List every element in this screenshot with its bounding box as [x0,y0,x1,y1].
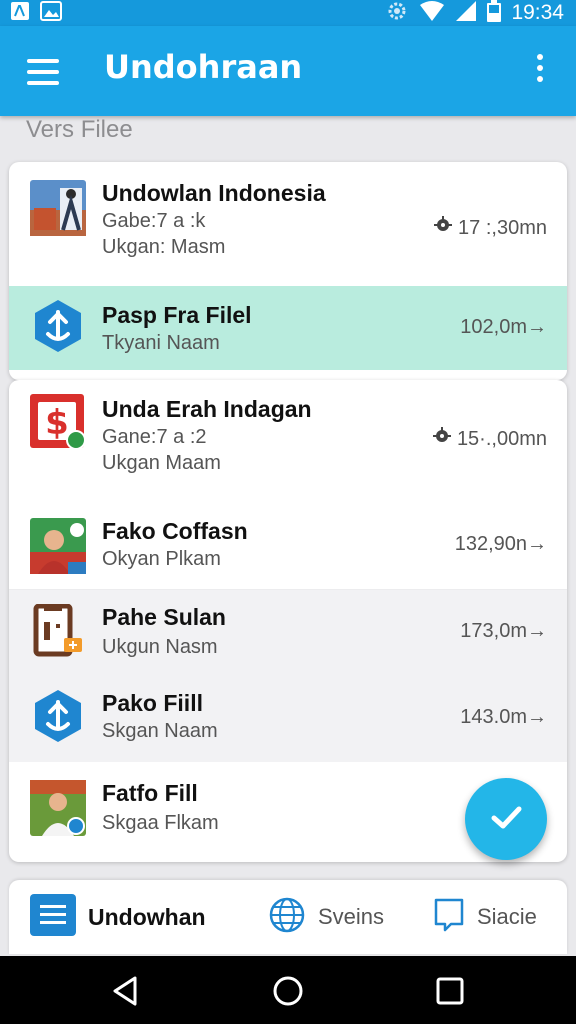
nav-tab-label: Undowhan [88,903,206,930]
notification-icon [10,1,30,25]
file-subtitle-2: Ukgan Maam [102,452,221,474]
battery-icon [487,0,502,26]
file-row[interactable]: Pako Fiill Skgan Naam 143.0m→ [9,676,567,762]
section-header: Vers Filee [26,116,133,143]
person-thumbnail-icon [30,518,86,574]
file-title: Undowlan Indonesia [102,180,326,206]
file-size: 15·.,00mn [456,427,547,450]
svg-text:$: $ [45,403,69,443]
file-title: Fatfo Fill [102,780,198,806]
file-row[interactable]: Pasp Fra Filel Tkyani Naam 102,0m→ [9,286,567,370]
chat-bubble-icon [433,897,465,937]
document-icon [30,603,86,660]
overflow-menu-icon[interactable] [530,54,550,90]
file-title: Fako Coffasn [102,518,248,544]
file-title: Pako Fiill [102,690,203,716]
status-bar: 19:34 [0,0,576,26]
image-notification-icon [40,1,62,25]
clock-icon [434,216,453,240]
globe-icon [268,896,306,938]
nav-tab-sveins[interactable]: Sveins [268,880,384,954]
file-title: Pahe Sulan [102,604,226,630]
file-subtitle: Skgan Naam [102,720,218,742]
file-size: 143.0m→ [460,706,547,728]
file-subtitle: Ukgun Nasm [102,636,218,658]
file-row[interactable]: $ Unda Erah Indagan Gane:7 a :2 Ukgan Ma… [9,380,567,504]
nav-tab-undowhan[interactable]: Undowhan [30,880,206,954]
nav-tab-label: Siacie [477,904,537,929]
file-row[interactable]: Fako Coffasn Okyan Plkam 132,90n→ [9,504,567,590]
back-icon[interactable] [108,974,142,1008]
bottom-navigation: Undowhan Sveins Siacie [9,880,567,954]
page-title: Undohraan [104,48,303,86]
settings-status-icon [385,0,409,27]
file-meta: 15·.,00mn [432,427,547,451]
photo-thumbnail-icon [30,180,86,236]
hamburger-menu-icon[interactable] [27,59,59,85]
file-list-card: Undowlan Indonesia Gabe:7 a :k Ukgan: Ma… [9,162,567,380]
file-row[interactable]: Undowlan Indonesia Gabe:7 a :k Ukgan: Ma… [9,162,567,286]
signal-icon [455,0,477,26]
file-size: 102,0m→ [460,316,547,338]
nav-tab-label: Sveins [318,904,385,929]
file-size: 173,0m→ [460,620,547,642]
hexagon-app-icon [30,688,86,744]
clock-icon [432,427,451,451]
confirm-fab-button[interactable] [465,778,547,860]
file-subtitle: Gabe:7 a :k [102,210,206,232]
dollar-app-icon: $ [30,394,86,450]
checkmark-icon [486,797,526,841]
file-title: Pasp Fra Filel [102,302,252,328]
file-subtitle: Gane:7 a :2 [102,426,207,448]
file-subtitle: Skgaa Flkam [102,812,219,834]
file-size: 17 :,30mn [458,216,547,239]
file-subtitle: Okyan Plkam [102,548,221,570]
file-subtitle-2: Ukgan: Masm [102,236,226,258]
file-row[interactable]: Pahe Sulan Ukgun Nasm 173,0m→ [9,590,567,676]
app-bar: Undohraan [0,26,576,116]
recents-icon[interactable] [433,974,467,1008]
wifi-icon [419,0,445,26]
file-meta: 17 :,30mn [434,216,547,240]
file-subtitle: Tkyani Naam [102,332,220,354]
file-size: 132,90n→ [454,533,547,555]
nav-tab-siacie[interactable]: Siacie [433,880,537,954]
home-icon[interactable] [271,974,305,1008]
status-time: 19:34 [511,1,564,24]
system-navigation-bar [0,956,576,1024]
list-icon [30,894,76,940]
hexagon-app-icon [30,298,86,354]
file-title: Unda Erah Indagan [102,396,312,422]
person-thumbnail-icon [30,780,86,836]
